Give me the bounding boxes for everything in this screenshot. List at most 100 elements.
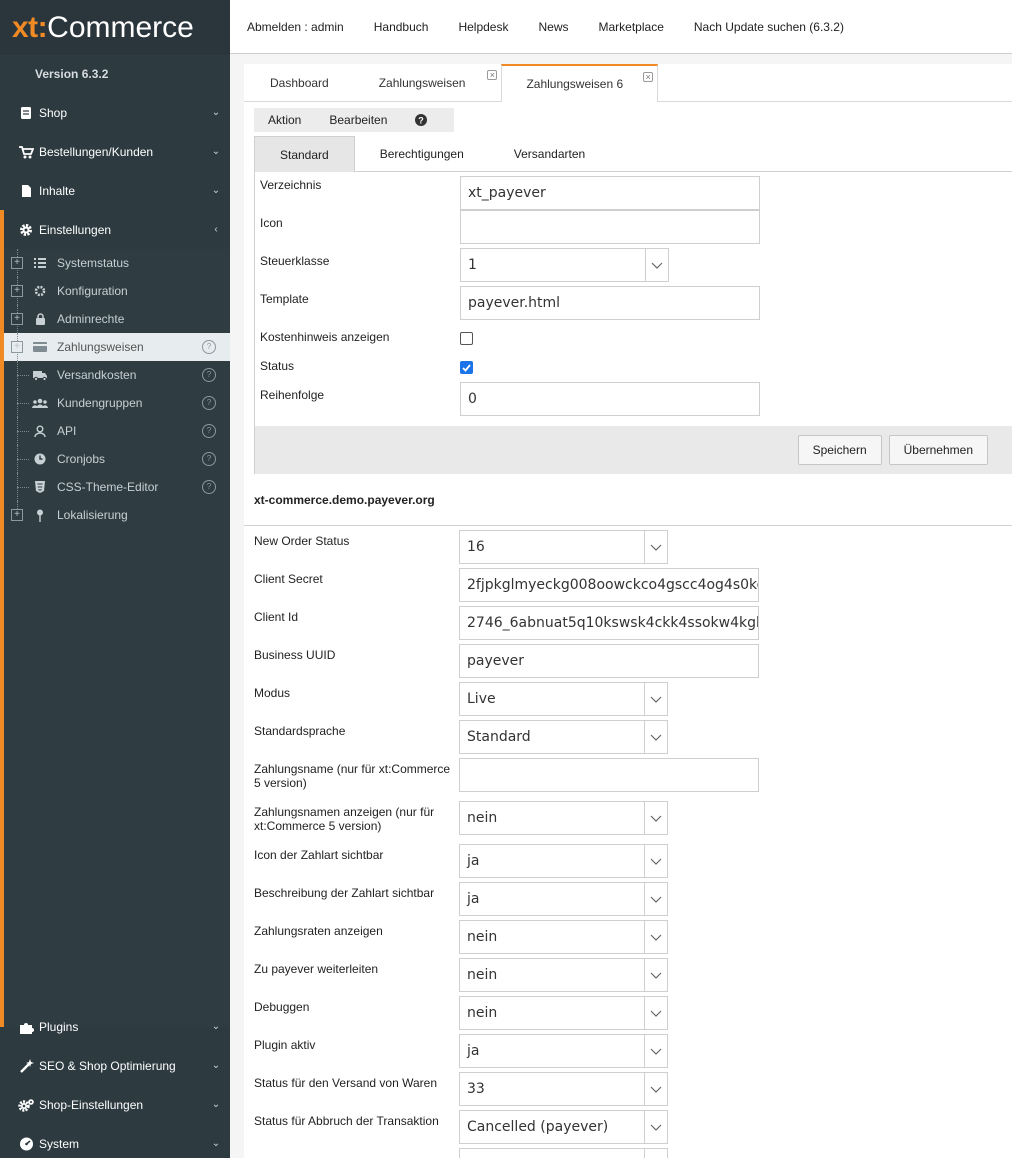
update-link[interactable]: Nach Update suchen (6.3.2) bbox=[694, 20, 844, 34]
subnav-item-api[interactable]: API ? bbox=[4, 417, 230, 445]
tab-payments-6[interactable]: Zahlungsweisen 6 × bbox=[501, 64, 659, 102]
order-input[interactable]: 0 bbox=[460, 382, 760, 416]
help-icon[interactable]: ? bbox=[401, 108, 441, 132]
help-icon[interactable]: ? bbox=[202, 340, 216, 354]
chevron-down-icon[interactable] bbox=[644, 1034, 668, 1068]
ship-status-select[interactable]: 33 bbox=[459, 1072, 668, 1106]
new-order-status-select[interactable]: 16 bbox=[459, 530, 668, 564]
chevron-down-icon[interactable] bbox=[644, 920, 668, 954]
expand-icon[interactable]: + bbox=[11, 285, 23, 297]
help-icon[interactable]: ? bbox=[202, 452, 216, 466]
redirect-select[interactable]: nein bbox=[459, 958, 668, 992]
tab-shipping[interactable]: Versandarten bbox=[489, 136, 610, 172]
edit-menu[interactable]: Bearbeiten bbox=[315, 108, 401, 132]
language-value: Standard bbox=[459, 720, 644, 754]
subnav-item-systemstatus[interactable]: + Systemstatus bbox=[4, 249, 230, 277]
manual-link[interactable]: Handbuch bbox=[374, 20, 429, 34]
mode-select[interactable]: Live bbox=[459, 682, 668, 716]
helpdesk-link[interactable]: Helpdesk bbox=[458, 20, 508, 34]
language-select[interactable]: Standard bbox=[459, 720, 668, 754]
help-icon[interactable]: ? bbox=[202, 424, 216, 438]
installments-select[interactable]: nein bbox=[459, 920, 668, 954]
payment-name-label: Zahlungsname (nur für xt:Commerce 5 vers… bbox=[254, 762, 451, 790]
subnav-item-kundengruppen[interactable]: Kundengruppen ? bbox=[4, 389, 230, 417]
close-icon[interactable]: × bbox=[643, 72, 654, 82]
button-bar: Speichern Übernehmen bbox=[255, 426, 1012, 474]
action-menu[interactable]: Aktion bbox=[254, 108, 315, 132]
icon-input[interactable] bbox=[460, 210, 760, 244]
order-row: Reihenfolge 0 bbox=[255, 382, 1012, 420]
chevron-down-icon[interactable] bbox=[644, 1110, 668, 1144]
show-payment-name-select[interactable]: nein bbox=[459, 801, 668, 835]
icon-visible-select[interactable]: ja bbox=[459, 844, 668, 878]
status-checkbox[interactable] bbox=[460, 361, 473, 374]
tab-payments[interactable]: Zahlungsweisen × bbox=[365, 64, 502, 102]
chevron-down-icon[interactable] bbox=[644, 882, 668, 916]
chevron-down-icon[interactable] bbox=[644, 844, 668, 878]
tab-label: Zahlungsweisen 6 bbox=[526, 77, 624, 91]
template-input[interactable]: payever.html bbox=[460, 286, 760, 320]
directory-input[interactable]: xt_payever bbox=[460, 176, 760, 210]
help-icon[interactable]: ? bbox=[202, 480, 216, 494]
client-secret-input[interactable]: 2fjpkglmyeckg008oowckco4gscc4og4s0kogskk… bbox=[459, 568, 759, 602]
standard-form: Verzeichnis xt_payever Icon Steuerklasse… bbox=[254, 172, 1012, 474]
nav-system[interactable]: System ⌄ bbox=[0, 1124, 230, 1158]
logout-link[interactable]: Abmelden : admin bbox=[247, 20, 344, 34]
nav-settings[interactable]: Einstellungen ‹ bbox=[0, 210, 230, 249]
payment-name-input[interactable] bbox=[459, 758, 759, 792]
apply-button[interactable]: Übernehmen bbox=[888, 435, 988, 465]
next-select-partial[interactable] bbox=[459, 1148, 668, 1158]
logo[interactable]: xt: Commerce bbox=[0, 0, 230, 55]
chevron-down-icon[interactable] bbox=[644, 1072, 668, 1106]
debug-select[interactable]: nein bbox=[459, 996, 668, 1030]
nav-seo[interactable]: SEO & Shop Optimierung ⌄ bbox=[0, 1046, 230, 1085]
business-uuid-input[interactable]: payever bbox=[459, 644, 759, 678]
chevron-down-icon[interactable] bbox=[644, 682, 668, 716]
subnav-item-versandkosten[interactable]: Versandkosten ? bbox=[4, 361, 230, 389]
ship-status-value: 33 bbox=[459, 1072, 644, 1106]
expand-icon[interactable]: + bbox=[11, 341, 23, 353]
chevron-down-icon[interactable] bbox=[644, 720, 668, 754]
cancel-status-label: Status für Abbruch der Transaktion bbox=[254, 1114, 439, 1128]
chevron-down-icon[interactable] bbox=[644, 801, 668, 835]
save-button[interactable]: Speichern bbox=[797, 435, 882, 465]
subnav-item-css-theme-editor[interactable]: CSS-Theme-Editor ? bbox=[4, 473, 230, 501]
desc-visible-select[interactable]: ja bbox=[459, 882, 668, 916]
redirect-row: Zu payever weiterleiten nein bbox=[254, 958, 1012, 996]
costhint-checkbox[interactable] bbox=[460, 332, 473, 345]
nav-orders[interactable]: Bestellungen/Kunden ⌄ bbox=[0, 132, 230, 171]
nav-shop-label: Shop bbox=[39, 105, 68, 120]
tab-standard[interactable]: Standard bbox=[254, 136, 355, 172]
subnav-item-zahlungsweisen[interactable]: + Zahlungsweisen ? bbox=[4, 333, 230, 361]
nav-shop[interactable]: Shop ⌄ bbox=[0, 93, 230, 132]
help-icon[interactable]: ? bbox=[202, 368, 216, 382]
show-payment-name-value: nein bbox=[459, 801, 644, 835]
chevron-down-icon[interactable] bbox=[644, 530, 668, 564]
chevron-left-icon: ‹ bbox=[214, 224, 218, 235]
expand-icon[interactable]: + bbox=[11, 509, 23, 521]
subnav-item-cronjobs[interactable]: Cronjobs ? bbox=[4, 445, 230, 473]
cancel-status-select[interactable]: Cancelled (payever) bbox=[459, 1110, 668, 1144]
subnav-item-lokalisierung[interactable]: + Lokalisierung bbox=[4, 501, 230, 529]
client-id-input[interactable]: 2746_6abnuat5q10kswsk4ckk4ssokw4kgk8wow bbox=[459, 606, 759, 640]
nav-content[interactable]: Inhalte ⌄ bbox=[0, 171, 230, 210]
subnav-item-konfiguration[interactable]: + Konfiguration bbox=[4, 277, 230, 305]
expand-icon[interactable]: + bbox=[11, 257, 23, 269]
chevron-down-icon[interactable] bbox=[645, 248, 669, 282]
help-icon[interactable]: ? bbox=[202, 396, 216, 410]
plugin-active-select[interactable]: ja bbox=[459, 1034, 668, 1068]
marketplace-link[interactable]: Marketplace bbox=[599, 20, 664, 34]
expand-icon[interactable]: + bbox=[11, 313, 23, 325]
close-icon[interactable]: × bbox=[487, 70, 498, 80]
tab-dashboard[interactable]: Dashboard bbox=[244, 64, 365, 102]
installments-row: Zahlungsraten anzeigen nein bbox=[254, 920, 1012, 958]
tab-permissions[interactable]: Berechtigungen bbox=[355, 136, 489, 172]
nav-plugins[interactable]: Plugins ⌄ bbox=[0, 1007, 230, 1046]
chevron-down-icon[interactable] bbox=[644, 996, 668, 1030]
tax-select[interactable]: 1 bbox=[460, 248, 669, 282]
chevron-down-icon[interactable] bbox=[644, 958, 668, 992]
subnav-item-adminrechte[interactable]: + Adminrechte bbox=[4, 305, 230, 333]
nav-shop-settings[interactable]: Shop-Einstellungen ⌄ bbox=[0, 1085, 230, 1124]
news-link[interactable]: News bbox=[538, 20, 568, 34]
subnav-label: Adminrechte bbox=[57, 312, 125, 326]
